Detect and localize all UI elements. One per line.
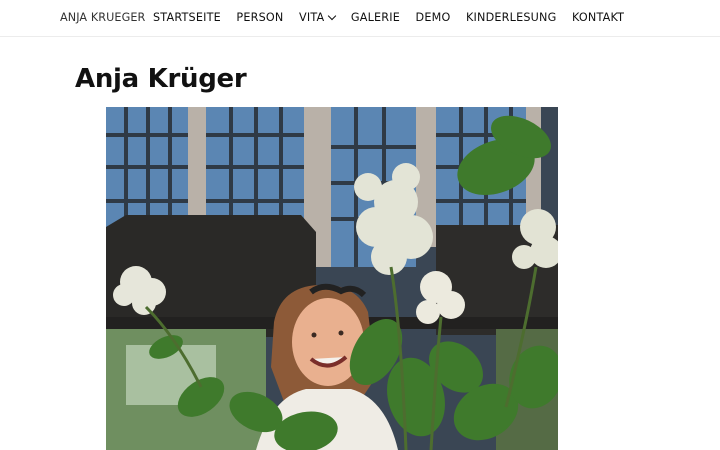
nav-item-startseite[interactable]: STARTSEITE (153, 11, 221, 24)
main-navigation: STARTSEITE PERSON VITA GALERIE DEMO KIND… (153, 11, 624, 24)
nav-label: KONTAKT (571, 11, 625, 24)
nav-label: STARTSEITE (153, 11, 221, 24)
nav-item-demo[interactable]: DEMO (416, 11, 451, 24)
nav-label: VITA (298, 11, 325, 24)
chevron-down-icon (328, 11, 337, 20)
site-header: ANJA KRUEGER STARTSEITE PERSON VITA GALE… (0, 0, 720, 37)
nav-label: KINDERLESUNG (465, 11, 557, 24)
nav-item-kinderlesung[interactable]: KINDERLESUNG (466, 11, 557, 24)
nav-item-galerie[interactable]: GALERIE (351, 11, 400, 24)
portrait-photo (106, 107, 558, 450)
page-title: Anja Krüger (75, 64, 247, 94)
nav-item-kontakt[interactable]: KONTAKT (572, 11, 624, 24)
nav-item-person[interactable]: PERSON (236, 11, 283, 24)
nav-label: PERSON (236, 11, 284, 24)
site-brand-link[interactable]: ANJA KRUEGER (60, 11, 145, 24)
nav-label: DEMO (415, 11, 451, 24)
nav-label: GALERIE (350, 11, 401, 24)
nav-item-vita[interactable]: VITA (298, 11, 337, 24)
